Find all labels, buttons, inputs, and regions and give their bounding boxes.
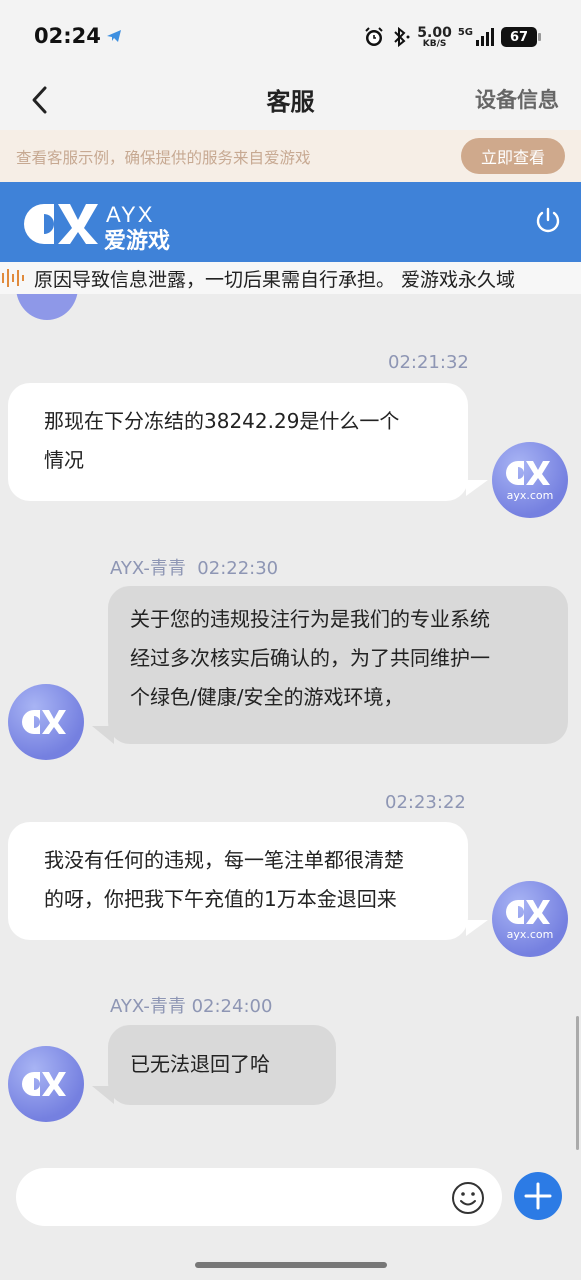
logo-text-en: AYX (106, 202, 154, 227)
message-line: 那现在下分冻结的38242.29是什么一个 (44, 409, 400, 433)
status-time: 02:24 (34, 24, 101, 48)
notice-bar: 查看客服示例，确保提供的服务来自爱游戏 立即查看 (0, 130, 581, 182)
bubble-tail (92, 726, 114, 744)
message-line: 已无法退回了哈 (130, 1052, 270, 1076)
sender-name: AYX-青青 (110, 996, 186, 1017)
view-now-button[interactable]: 立即查看 (461, 138, 565, 174)
message-line: 经过多次核实后确认的，为了共同维护一 (130, 646, 490, 670)
agent-avatar[interactable] (8, 684, 84, 760)
avatar-label: ayx.com (506, 489, 554, 502)
status-bar: 02:24 5.00 KB/S 5G 67 (0, 0, 581, 70)
message-bubble-sent: 我没有任何的违规，每一笔注单都很清楚 的呀，你把我下午充值的1万本金退回来 (8, 822, 468, 940)
sender-name: AYX-青青 (110, 558, 186, 579)
message-line: 的呀，你把我下午充值的1万本金退回来 (44, 887, 397, 911)
message-bubble-received: 已无法退回了哈 (108, 1025, 336, 1105)
signal-group: 5G (458, 27, 495, 47)
input-bar (0, 1152, 581, 1280)
message-time: 02:24:00 (191, 996, 273, 1017)
user-avatar[interactable]: ayx.com (492, 442, 568, 518)
chat-area[interactable]: 02:21:32 那现在下分冻结的38242.29是什么一个 情况 ayx.co… (0, 294, 581, 1152)
sound-wave-icon (2, 269, 24, 287)
telegram-icon (107, 30, 121, 42)
ayx-logo-icon (22, 1072, 66, 1096)
bubble-tail (92, 1086, 114, 1104)
home-indicator[interactable] (195, 1262, 387, 1268)
message-input[interactable] (16, 1168, 502, 1226)
message-meta: AYX-青青 02:22:30 (110, 554, 278, 580)
net-speed-value: 5.00 (417, 24, 452, 41)
device-info-button[interactable]: 设备信息 (475, 84, 559, 114)
bubble-tail (466, 920, 488, 936)
agent-avatar[interactable] (8, 1046, 84, 1122)
bubble-tail (466, 480, 488, 496)
message-meta: AYX-青青 02:24:00 (110, 992, 272, 1018)
logo-text-cn: 爱游戏 (104, 228, 170, 252)
ayx-logo-icon (22, 710, 66, 734)
alarm-icon (365, 27, 383, 46)
marquee-text: 原因导致信息泄露，一切后果需自行承担。 爱游戏永久域 (34, 269, 516, 291)
power-icon[interactable] (533, 206, 563, 236)
plus-icon (524, 1182, 552, 1210)
add-attachment-button[interactable] (514, 1172, 562, 1220)
message-time: 02:22:30 (197, 558, 279, 579)
net-speed-unit: KB/S (422, 38, 447, 49)
notice-text: 查看客服示例，确保提供的服务来自爱游戏 (16, 149, 311, 167)
battery-level: 67 (509, 29, 529, 45)
brand-header: AYX 爱游戏 (0, 182, 581, 262)
user-avatar[interactable]: ayx.com (492, 881, 568, 957)
nav-bar: 客服 设备信息 (0, 70, 581, 130)
message-line: 个绿色/健康/安全的游戏环境， (130, 685, 404, 709)
message-line: 关于您的违规投注行为是我们的专业系统 (130, 607, 490, 631)
battery-icon: 67 (501, 27, 541, 47)
message-bubble-sent: 那现在下分冻结的38242.29是什么一个 情况 (8, 383, 468, 501)
ayx-logo-icon (506, 900, 550, 924)
ayx-logo-icon (506, 461, 550, 485)
message-time: 02:21:32 (388, 352, 469, 373)
net-speed: 5.00 KB/S (417, 26, 452, 49)
message-time: 02:23:22 (385, 792, 466, 813)
bluetooth-icon (394, 26, 410, 48)
signal-icon (476, 28, 494, 46)
status-icons: 5.00 KB/S 5G 67 (363, 23, 541, 51)
network-type: 5G (457, 27, 473, 38)
avatar (16, 294, 78, 320)
avatar-label: ayx.com (506, 928, 554, 941)
message-line: 我没有任何的违规，每一笔注单都很清楚 (44, 848, 404, 872)
scrollbar[interactable] (576, 1016, 579, 1150)
emoji-icon[interactable] (450, 1180, 486, 1216)
ayx-logo: AYX 爱游戏 (24, 202, 170, 252)
message-line: 情况 (44, 448, 84, 472)
announcement-marquee: 原因导致信息泄露，一切后果需自行承担。 爱游戏永久域 (0, 262, 581, 294)
message-bubble-received: 关于您的违规投注行为是我们的专业系统 经过多次核实后确认的，为了共同维护一 个绿… (108, 586, 568, 744)
